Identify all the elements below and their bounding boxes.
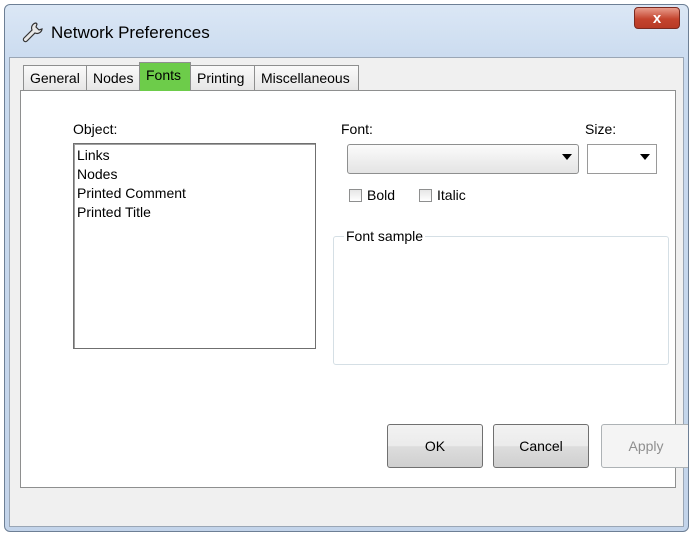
list-item[interactable]: Printed Title: [77, 203, 312, 222]
font-label: Font:: [341, 121, 373, 137]
object-label: Object:: [73, 121, 118, 137]
dialog-body: General Nodes Fonts Printing Miscellaneo…: [9, 57, 688, 527]
size-dropdown[interactable]: [587, 144, 657, 174]
font-dropdown[interactable]: [347, 144, 579, 174]
bold-label[interactable]: Bold: [367, 187, 395, 203]
list-item[interactable]: Links: [77, 146, 312, 165]
wrench-icon: [22, 22, 43, 43]
title-bar[interactable]: Network Preferences x: [5, 5, 688, 57]
tab-nodes[interactable]: Nodes: [86, 65, 140, 90]
object-listbox[interactable]: Links Nodes Printed Comment Printed Titl…: [73, 143, 316, 349]
tab-general[interactable]: General: [23, 65, 87, 90]
font-sample-group: Font sample: [333, 228, 669, 365]
close-button[interactable]: x: [634, 7, 680, 29]
tab-fonts[interactable]: Fonts: [139, 62, 191, 91]
cancel-button[interactable]: Cancel: [493, 424, 589, 468]
apply-button[interactable]: Apply: [601, 424, 688, 468]
font-sample-label: Font sample: [344, 228, 426, 244]
chevron-down-icon: [640, 154, 650, 160]
list-item[interactable]: Printed Comment: [77, 184, 312, 203]
fonts-tab-panel: Object: Links Nodes Printed Comment Prin…: [20, 90, 688, 488]
network-preferences-window: Network Preferences x General Nodes Font…: [4, 4, 689, 532]
italic-label[interactable]: Italic: [437, 187, 466, 203]
bold-checkbox[interactable]: [349, 189, 362, 202]
list-item[interactable]: Nodes: [77, 165, 312, 184]
size-label: Size:: [585, 121, 617, 137]
tab-printing[interactable]: Printing: [190, 65, 255, 90]
tab-miscellaneous[interactable]: Miscellaneous: [254, 65, 359, 90]
chevron-down-icon: [562, 154, 572, 160]
ok-button[interactable]: OK: [387, 424, 483, 468]
italic-checkbox[interactable]: [419, 189, 432, 202]
window-title: Network Preferences: [51, 23, 210, 42]
